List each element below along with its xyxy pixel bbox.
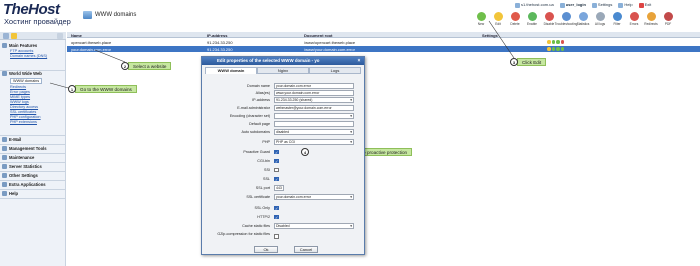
edit-dialog: Edit properties of the selected WWW doma…: [201, 56, 365, 255]
field-default-page: Default page: [205, 121, 361, 127]
cancel-button[interactable]: Cancel: [294, 246, 318, 253]
aliases-input[interactable]: www.your.domain.com.error: [274, 90, 354, 96]
field-cgi: CGI-bin ✓: [257, 158, 279, 164]
tab-www-domain[interactable]: WWW domain: [205, 67, 257, 74]
ip-select[interactable]: 91.234.33.250 (shared): [274, 97, 354, 103]
ssi-checkbox[interactable]: [274, 167, 279, 172]
php-select[interactable]: PHP as CGI: [274, 139, 354, 145]
field-ssl-certificate: SSL certificate your.domain.com.error: [205, 194, 361, 200]
field-ssl-only: SSL Only ✓: [254, 205, 279, 211]
ok-button[interactable]: Ok: [254, 246, 278, 253]
field-gzip: GZip-compression for static files: [205, 232, 361, 241]
tab-logs[interactable]: Logs: [309, 67, 361, 74]
field-email: E-mail administrator webmaster@your.domai…: [205, 105, 361, 111]
field-cache-static: Cache static files Disabled: [205, 223, 361, 229]
gzip-checkbox[interactable]: [274, 234, 279, 239]
proactive-guard-checkbox[interactable]: ✓: [274, 149, 279, 154]
field-ssl: SSL ✓: [263, 176, 279, 182]
close-icon[interactable]: ×: [356, 58, 362, 64]
ssl-port-input[interactable]: 443: [274, 185, 284, 191]
field-auto-subdomains: Auto subdomains disabled: [205, 129, 361, 135]
default-page-input[interactable]: [274, 121, 354, 127]
auto-subdomains-select[interactable]: disabled: [274, 129, 354, 135]
dialog-tabs: WWW domain Nginx Logs: [205, 67, 361, 74]
field-proactive-guard: Proactive Guard ✓: [243, 149, 279, 155]
email-input[interactable]: webmaster@your.domain.com.error: [274, 105, 354, 111]
field-ip: IP-address 91.234.33.250 (shared): [205, 97, 361, 103]
field-php: PHP PHP as CGI: [205, 139, 361, 145]
ssl-checkbox[interactable]: ✓: [274, 176, 279, 181]
tab-nginx[interactable]: Nginx: [257, 67, 309, 74]
http2-checkbox[interactable]: ✓: [274, 214, 279, 219]
field-aliases: Alias(es) www.your.domain.com.error: [205, 90, 361, 96]
field-ssl-port: SSL port 443: [205, 185, 361, 191]
cache-static-select[interactable]: Disabled: [274, 223, 354, 229]
domain-name-input[interactable]: your.domain.com.error: [274, 83, 354, 89]
dialog-title[interactable]: Edit properties of the selected WWW doma…: [202, 57, 364, 65]
field-ssi: SSI: [205, 167, 361, 173]
encoding-select[interactable]: [274, 113, 354, 119]
field-domain-name: Domain name your.domain.com.error: [205, 83, 361, 89]
field-encoding: Encoding (character set): [205, 113, 361, 119]
cgi-checkbox[interactable]: ✓: [274, 158, 279, 163]
field-http2: HTTP/2 ✓: [257, 214, 279, 220]
ssl-certificate-select[interactable]: your.domain.com.error: [274, 194, 354, 200]
ssl-only-checkbox[interactable]: ✓: [274, 205, 279, 210]
